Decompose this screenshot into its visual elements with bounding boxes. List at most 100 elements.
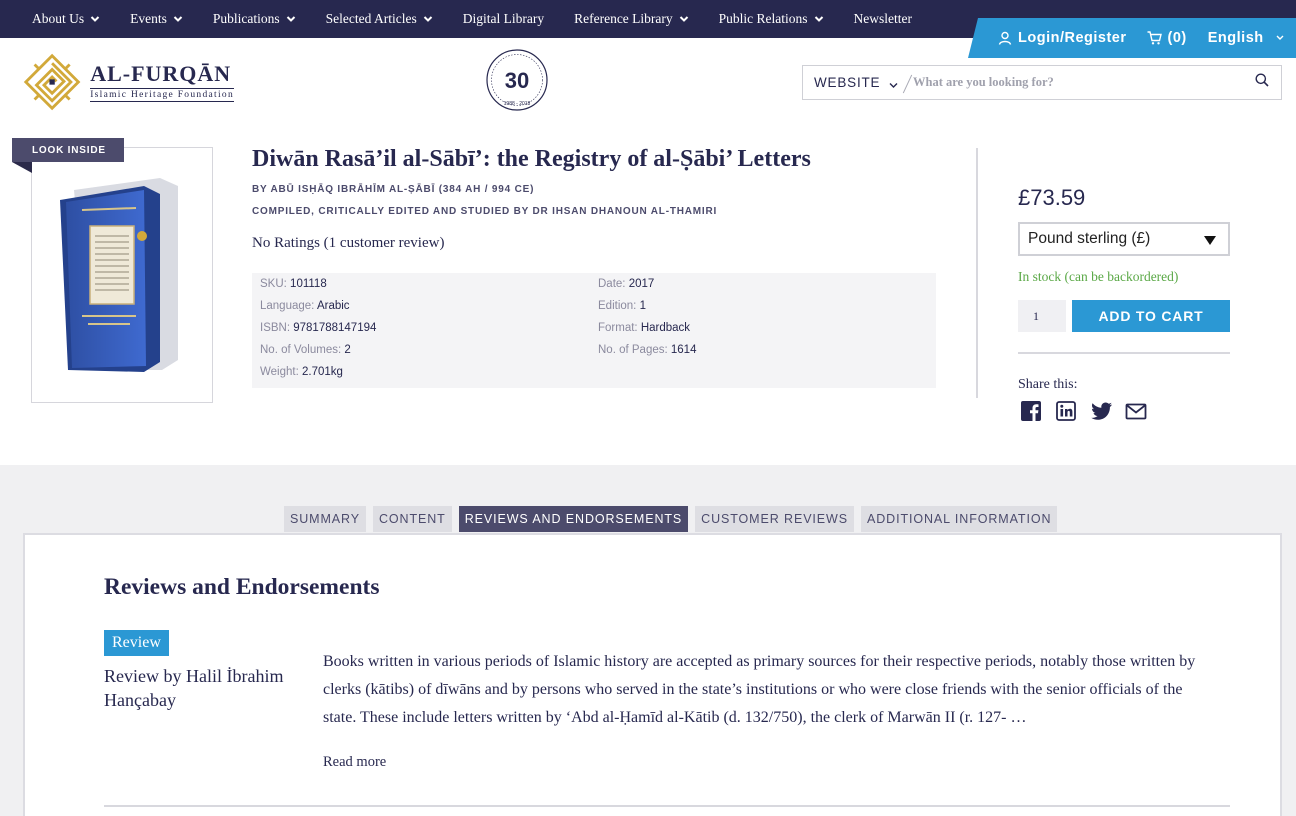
book-cover-image[interactable] bbox=[31, 147, 213, 403]
search-input[interactable] bbox=[913, 66, 1243, 99]
look-inside-fold bbox=[12, 162, 32, 173]
spec-label: No. of Volumes: bbox=[260, 344, 342, 356]
nav-publications[interactable]: Publications bbox=[213, 11, 296, 27]
nav-selected-articles[interactable]: Selected Articles bbox=[326, 11, 433, 27]
cart-icon bbox=[1147, 31, 1162, 45]
spec-edition: Edition: 1 bbox=[598, 300, 646, 312]
read-more-link[interactable]: Read more bbox=[323, 754, 386, 771]
nav-newsletter[interactable]: Newsletter bbox=[854, 11, 912, 27]
nav-public-relations[interactable]: Public Relations bbox=[719, 11, 824, 27]
share-label: Share this: bbox=[1018, 377, 1078, 392]
nav-digital-library-label: Digital Library bbox=[462, 11, 545, 26]
account-bar: Login/Register (0) English bbox=[968, 18, 1296, 58]
nav-about-us-label: About Us bbox=[32, 11, 85, 26]
tab-additional-information[interactable]: ADDITIONAL INFORMATION bbox=[860, 506, 1058, 532]
facebook-icon[interactable] bbox=[1018, 398, 1044, 424]
spec-pages: No. of Pages: 1614 bbox=[598, 344, 696, 356]
spec-date: Date: 2017 bbox=[598, 278, 654, 290]
spec-value: 101118 bbox=[290, 278, 327, 290]
spec-value: 9781788147194 bbox=[293, 322, 377, 334]
nav-about-us[interactable]: About Us bbox=[32, 11, 100, 27]
chevron-down-icon bbox=[173, 14, 183, 24]
spec-label: SKU: bbox=[260, 278, 287, 290]
main-menu: About Us Events Publications Selected Ar… bbox=[32, 0, 942, 38]
nav-selected-articles-label: Selected Articles bbox=[325, 11, 417, 26]
chevron-down-icon bbox=[1276, 35, 1284, 41]
currency-select[interactable]: Pound sterling (£) bbox=[1018, 222, 1230, 256]
cart-link[interactable]: (0) bbox=[1147, 30, 1187, 46]
book-illustration bbox=[60, 178, 178, 372]
spec-language: Language: Arabic bbox=[260, 300, 350, 312]
spec-format: Format: Hardback bbox=[598, 322, 690, 334]
stock-status: In stock (can be backordered) bbox=[1018, 269, 1179, 284]
email-icon[interactable] bbox=[1123, 398, 1149, 424]
language-label: English bbox=[1207, 30, 1264, 46]
anniversary-seal: 30 1988 - 2018 bbox=[486, 49, 548, 111]
brand-subtitle: Islamic Heritage Foundation bbox=[90, 87, 234, 102]
tab-reviews-and-endorsements[interactable]: REVIEWS AND ENDORSEMENTS bbox=[458, 506, 689, 532]
site-logo[interactable]: AL-FURQĀN Islamic Heritage Foundation bbox=[22, 48, 234, 116]
chevron-down-icon bbox=[90, 14, 100, 24]
review-excerpt: Books written in various periods of Isla… bbox=[323, 653, 1196, 726]
chevron-down-icon bbox=[423, 14, 433, 24]
spec-label: Date: bbox=[598, 278, 626, 290]
search-bar: WEBSITE bbox=[802, 65, 1282, 100]
language-selector[interactable]: English bbox=[1208, 30, 1284, 46]
spec-label: No. of Pages: bbox=[598, 344, 668, 356]
product-editor: COMPILED, CRITICALLY EDITED AND STUDIED … bbox=[252, 206, 718, 217]
dropdown-triangle-icon bbox=[1204, 236, 1216, 245]
tab-content[interactable]: CONTENT bbox=[372, 506, 452, 532]
spec-label: Language: bbox=[260, 300, 315, 312]
login-register-link[interactable]: Login/Register bbox=[998, 30, 1127, 46]
search-divider bbox=[902, 74, 913, 94]
nav-events[interactable]: Events bbox=[130, 11, 183, 27]
share-icons bbox=[1018, 398, 1158, 424]
product-title: Diwān Rasā’il al-Sābī’: the Registry of … bbox=[252, 146, 811, 172]
spec-value: 1614 bbox=[670, 344, 697, 356]
nav-digital-library[interactable]: Digital Library bbox=[463, 11, 544, 27]
reviewer-name: Review by Halil İbrahim Hançabay bbox=[104, 666, 284, 710]
review-badge: Review bbox=[104, 630, 169, 656]
user-icon bbox=[998, 31, 1012, 45]
product-specs: SKU: 101118 Language: Arabic ISBN: 97817… bbox=[252, 273, 936, 388]
linkedin-icon[interactable] bbox=[1053, 398, 1079, 424]
spec-value: 2.701kg bbox=[301, 366, 343, 378]
look-inside-button[interactable]: LOOK INSIDE bbox=[12, 138, 124, 162]
horizontal-divider bbox=[1018, 352, 1230, 354]
spec-label: ISBN: bbox=[260, 322, 291, 334]
spec-value: 1 bbox=[639, 300, 646, 312]
search-scope-dropdown[interactable]: WEBSITE bbox=[803, 66, 913, 99]
product-tabs: SUMMARY CONTENT REVIEWS AND ENDORSEMENTS… bbox=[284, 506, 1064, 532]
chevron-down-icon bbox=[814, 14, 824, 24]
spec-volumes: No. of Volumes: 2 bbox=[260, 344, 351, 356]
chevron-down-icon bbox=[286, 14, 296, 24]
cart-count: (0) bbox=[1167, 30, 1187, 46]
product-price: £73.59 bbox=[1018, 185, 1086, 210]
twitter-icon[interactable] bbox=[1088, 398, 1114, 424]
logo-text: AL-FURQĀN Islamic Heritage Foundation bbox=[90, 62, 234, 102]
spec-isbn: ISBN: 9781788147194 bbox=[260, 322, 376, 334]
tab-summary[interactable]: SUMMARY bbox=[284, 506, 366, 532]
section-title: Reviews and Endorsements bbox=[104, 574, 380, 600]
spec-label: Edition: bbox=[598, 300, 637, 312]
tab-customer-reviews[interactable]: CUSTOMER REVIEWS bbox=[695, 506, 854, 532]
nav-newsletter-label: Newsletter bbox=[853, 11, 913, 26]
anniversary-years: 1988 - 2018 bbox=[504, 101, 531, 107]
anniversary-number: 30 bbox=[505, 68, 529, 93]
product-ratings[interactable]: No Ratings (1 customer review) bbox=[252, 235, 444, 252]
nav-reference-library[interactable]: Reference Library bbox=[574, 11, 689, 27]
search-icon bbox=[1255, 73, 1269, 92]
logo-emblem bbox=[23, 53, 81, 111]
quantity-input[interactable] bbox=[1018, 300, 1066, 332]
currency-selected-value: Pound sterling (£) bbox=[1028, 230, 1151, 247]
login-register-label: Login/Register bbox=[1018, 30, 1127, 46]
search-button[interactable] bbox=[1243, 66, 1281, 99]
spec-weight: Weight: 2.701kg bbox=[260, 366, 343, 378]
chevron-down-icon bbox=[889, 78, 898, 93]
add-to-cart-button[interactable]: ADD TO CART bbox=[1072, 300, 1230, 332]
bottom-divider bbox=[104, 805, 1230, 807]
chevron-down-icon bbox=[679, 14, 689, 24]
spec-value: 2 bbox=[344, 344, 351, 356]
vertical-divider bbox=[976, 148, 978, 398]
nav-events-label: Events bbox=[130, 11, 167, 26]
